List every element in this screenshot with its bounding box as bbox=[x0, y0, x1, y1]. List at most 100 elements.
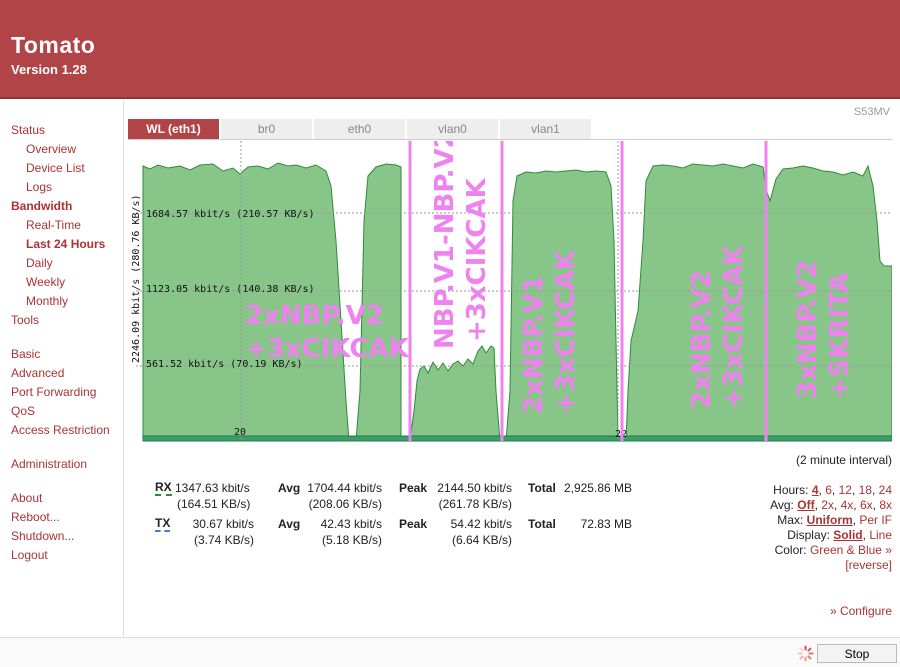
tx-area bbox=[142, 435, 892, 442]
display-option: Display: Solid, Line bbox=[787, 528, 892, 542]
avg-off[interactable]: Off bbox=[797, 498, 814, 512]
avg-6x[interactable]: 6x bbox=[860, 498, 873, 512]
display-label: Display: bbox=[787, 528, 830, 542]
tx-label: TX bbox=[155, 516, 171, 532]
rx-avg-label: Avg bbox=[278, 481, 301, 495]
display-solid[interactable]: Solid bbox=[833, 528, 862, 542]
nav-tools[interactable]: Tools bbox=[11, 313, 39, 327]
avg-label: Avg: bbox=[770, 498, 794, 512]
tx-avg: 42.43 kbit/s bbox=[320, 517, 382, 531]
tab-vlan1[interactable]: vlan1 bbox=[500, 119, 591, 139]
footer bbox=[0, 637, 900, 667]
grid-label-middle: 1123.05 kbit/s (140.38 KB/s) bbox=[146, 284, 315, 295]
bandwidth-graph: 2246.09 kbit/s (280.76 KB/s) 1684.57 kbi… bbox=[128, 141, 892, 444]
annotation-text: +3xCIKCAK bbox=[462, 177, 492, 342]
rx-label: RX bbox=[155, 480, 172, 496]
nav-logout[interactable]: Logout bbox=[11, 548, 48, 562]
hours-24[interactable]: 24 bbox=[879, 483, 892, 497]
rx-peak-label: Peak bbox=[399, 481, 428, 495]
tx-rate: 30.67 kbit/s bbox=[192, 517, 254, 531]
color-label: Color: bbox=[774, 543, 807, 557]
rx-total: 2,925.86 MB bbox=[563, 481, 632, 495]
rx-rate-kb: (164.51 KB/s) bbox=[177, 497, 251, 511]
nav-reboot[interactable]: Reboot... bbox=[11, 510, 60, 524]
annotation-text: 2xNBP.V2 bbox=[245, 301, 384, 331]
nav-basic[interactable]: Basic bbox=[11, 347, 40, 361]
rx-avg: 1704.44 kbit/s bbox=[307, 481, 382, 495]
reverse-option: [reverse] bbox=[845, 558, 892, 572]
tab-divider bbox=[128, 139, 892, 140]
app-version: Version 1.28 bbox=[11, 62, 87, 77]
annotation-text: +3xCIKCAK bbox=[551, 249, 581, 414]
tx-total: 72.83 MB bbox=[580, 517, 632, 531]
hours-6[interactable]: 6 bbox=[825, 483, 832, 497]
tx-peak-label: Peak bbox=[399, 517, 428, 531]
annotation-text: +3xCIKCAK bbox=[245, 334, 410, 364]
annotation-text: 2xNBP.V1 bbox=[519, 275, 549, 414]
nav-last-24-hours[interactable]: Last 24 Hours bbox=[26, 237, 105, 251]
rx-avg-kb: (208.06 KB/s) bbox=[308, 497, 382, 511]
avg-8x[interactable]: 8x bbox=[879, 498, 892, 512]
grid-label-top: 1684.57 kbit/s (210.57 KB/s) bbox=[146, 209, 315, 220]
max-per-if[interactable]: Per IF bbox=[859, 513, 892, 527]
nav-overview[interactable]: Overview bbox=[26, 142, 76, 156]
nav-weekly[interactable]: Weekly bbox=[26, 275, 65, 289]
avg-2x[interactable]: 2x bbox=[821, 498, 834, 512]
hours-option: Hours: 4, 6, 12, 18, 24 bbox=[773, 483, 892, 497]
rx-peak: 2144.50 kbit/s bbox=[437, 481, 512, 495]
interval-label: (2 minute interval) bbox=[795, 453, 892, 467]
color-value[interactable]: Green & Blue » bbox=[810, 543, 892, 557]
hour-label-20: 20 bbox=[234, 427, 246, 438]
tab-br0[interactable]: br0 bbox=[221, 119, 312, 139]
tx-rate-kb: (3.74 KB/s) bbox=[193, 533, 254, 547]
nav-access-restriction[interactable]: Access Restriction bbox=[11, 423, 110, 437]
nav-about[interactable]: About bbox=[11, 491, 42, 505]
nav-daily[interactable]: Daily bbox=[26, 256, 53, 270]
nav-port-forwarding[interactable]: Port Forwarding bbox=[11, 385, 96, 399]
hours-4[interactable]: 4 bbox=[812, 483, 819, 497]
rx-peak-kb: (261.78 KB/s) bbox=[438, 497, 512, 511]
hours-18[interactable]: 18 bbox=[859, 483, 872, 497]
rx-rate: 1347.63 kbit/s bbox=[175, 481, 250, 495]
max-label: Max: bbox=[777, 513, 804, 527]
tab-eth0[interactable]: eth0 bbox=[314, 119, 405, 139]
tx-total-label: Total bbox=[528, 517, 556, 531]
nav-administration[interactable]: Administration bbox=[11, 457, 87, 471]
annotation-text: 2xNBP.V2 bbox=[687, 270, 717, 409]
nav-real-time[interactable]: Real-Time bbox=[26, 218, 81, 232]
tx-avg-label: Avg bbox=[278, 517, 301, 531]
display-line[interactable]: Line bbox=[869, 528, 892, 542]
nav-logs[interactable]: Logs bbox=[26, 180, 52, 194]
annotation-text: +3xCIKCAK bbox=[719, 244, 749, 409]
configure-link[interactable]: » Configure bbox=[830, 604, 892, 618]
annotation-text: 3xNBP.V2 bbox=[793, 260, 823, 399]
reverse-link[interactable]: [reverse] bbox=[845, 558, 892, 572]
tx-avg-kb: (5.18 KB/s) bbox=[321, 533, 382, 547]
rx-total-label: Total bbox=[528, 481, 556, 495]
max-uniform[interactable]: Uniform bbox=[807, 513, 853, 527]
stop-button[interactable]: Stop bbox=[817, 644, 897, 663]
app-title: Tomato bbox=[11, 32, 96, 58]
nav-advanced[interactable]: Advanced bbox=[11, 366, 64, 380]
avg-4x[interactable]: 4x bbox=[841, 498, 854, 512]
nav-bandwidth[interactable]: Bandwidth bbox=[11, 199, 72, 213]
tx-peak-kb: (6.64 KB/s) bbox=[451, 533, 512, 547]
avg-option: Avg: Off, 2x, 4x, 6x, 8x bbox=[770, 498, 892, 512]
tx-peak: 54.42 kbit/s bbox=[450, 517, 512, 531]
hostname: S53MV bbox=[853, 106, 890, 118]
tab-vlan0[interactable]: vlan0 bbox=[407, 119, 498, 139]
y-axis-max-label: 2246.09 kbit/s (280.76 KB/s) bbox=[131, 194, 142, 363]
hours-label: Hours: bbox=[773, 483, 809, 497]
nav-status[interactable]: Status bbox=[11, 123, 45, 137]
tab-wl-eth1[interactable]: WL (eth1) bbox=[128, 119, 219, 139]
nav-shutdown[interactable]: Shutdown... bbox=[11, 529, 74, 543]
nav-qos[interactable]: QoS bbox=[11, 404, 35, 418]
nav-monthly[interactable]: Monthly bbox=[26, 294, 68, 308]
annotation-text: NBP.V1-NBP.V2 bbox=[430, 141, 460, 349]
hours-12[interactable]: 12 bbox=[839, 483, 852, 497]
sidebar: Status Overview Device List Logs Bandwid… bbox=[0, 101, 124, 637]
header: Tomato Version 1.28 bbox=[0, 0, 900, 99]
color-option: Color: Green & Blue » bbox=[775, 543, 892, 557]
loading-spinner-icon bbox=[797, 645, 814, 662]
nav-device-list[interactable]: Device List bbox=[26, 161, 85, 175]
